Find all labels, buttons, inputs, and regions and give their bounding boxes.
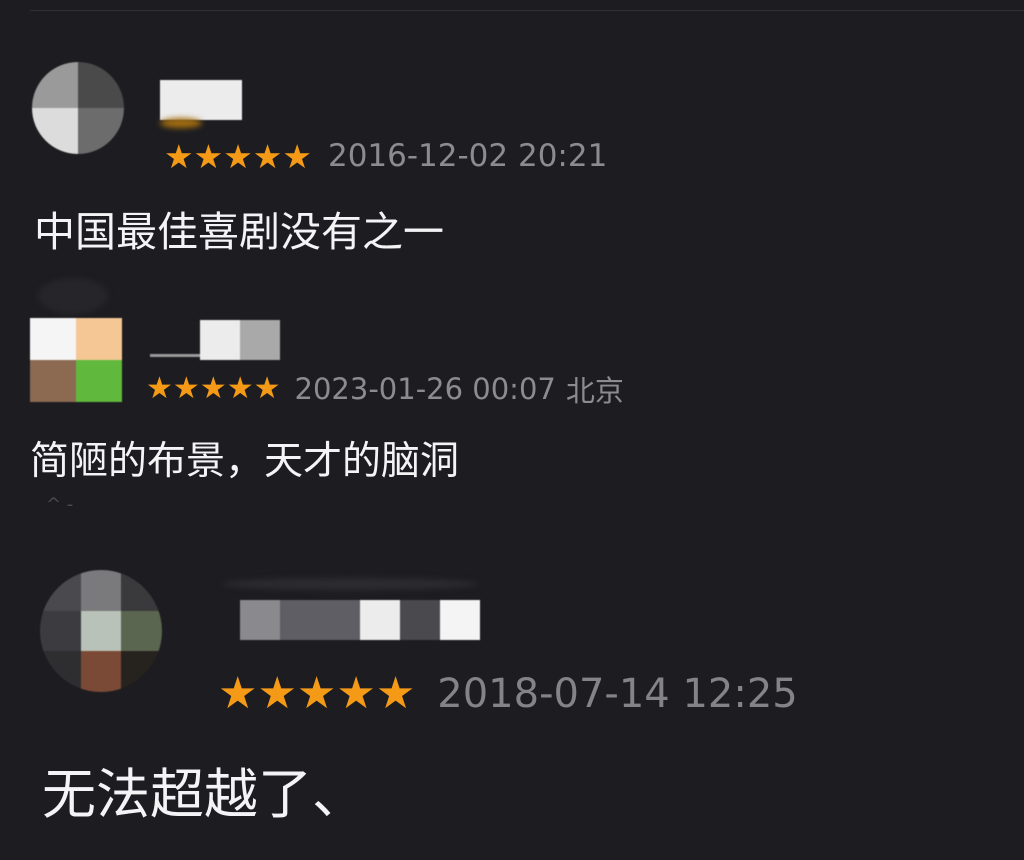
star-icon: ★ bbox=[252, 136, 283, 176]
star-rating: ★ ★ ★ ★ ★ bbox=[146, 374, 281, 404]
star-icon: ★ bbox=[199, 371, 227, 406]
rating-line: ★ ★ ★ ★ ★ 2018-07-14 12:25 bbox=[218, 670, 798, 718]
username-redacted[interactable] bbox=[160, 80, 242, 120]
avatar-smudge bbox=[38, 278, 108, 314]
username-redacted[interactable] bbox=[150, 320, 280, 360]
star-icon: ★ bbox=[164, 136, 194, 176]
avatar[interactable] bbox=[32, 62, 124, 154]
star-rating: ★ ★ ★ ★ ★ bbox=[218, 672, 415, 716]
star-icon: ★ bbox=[253, 371, 281, 406]
divider bbox=[30, 10, 1024, 11]
star-icon: ★ bbox=[226, 371, 254, 406]
star-icon: ★ bbox=[296, 668, 337, 719]
review-timestamp: 2016-12-02 20:21 bbox=[327, 138, 608, 174]
username-smudge bbox=[222, 578, 478, 590]
star-icon: ★ bbox=[257, 668, 297, 719]
star-icon: ★ bbox=[172, 371, 200, 406]
avatar[interactable] bbox=[30, 318, 122, 402]
review-timestamp: 2023-01-26 00:07 bbox=[294, 372, 556, 406]
review-location: 北京 bbox=[565, 374, 624, 408]
star-icon: ★ bbox=[146, 371, 173, 406]
avatar[interactable] bbox=[40, 570, 162, 692]
star-rating: ★ ★ ★ ★ ★ bbox=[164, 140, 312, 173]
username-redacted[interactable] bbox=[240, 600, 480, 640]
star-icon: ★ bbox=[193, 136, 224, 176]
star-icon: ★ bbox=[223, 136, 253, 176]
review-comment: 无法超越了、 bbox=[42, 763, 366, 826]
rating-line: ★ ★ ★ ★ ★ 2016-12-02 20:21 bbox=[164, 138, 607, 174]
star-icon: ★ bbox=[375, 668, 416, 719]
star-icon: ★ bbox=[218, 668, 258, 719]
star-icon: ★ bbox=[336, 668, 376, 719]
review-comment: 简陋的布景，天才的脑洞 bbox=[30, 439, 460, 484]
review-comment: 中国最佳喜剧没有之一 bbox=[34, 208, 444, 256]
rating-line: ★ ★ ★ ★ ★ 2023-01-26 00:07 北京 bbox=[146, 372, 624, 408]
star-icon: ★ bbox=[282, 136, 312, 176]
review-list-screen: ★ ★ ★ ★ ★ 2016-12-02 20:21 中国最佳喜剧没有之一 ★ bbox=[0, 0, 1024, 860]
username-smudge bbox=[160, 118, 202, 128]
review-timestamp: 2018-07-14 12:25 bbox=[437, 671, 798, 717]
cropped-content: ^ - bbox=[46, 494, 74, 515]
